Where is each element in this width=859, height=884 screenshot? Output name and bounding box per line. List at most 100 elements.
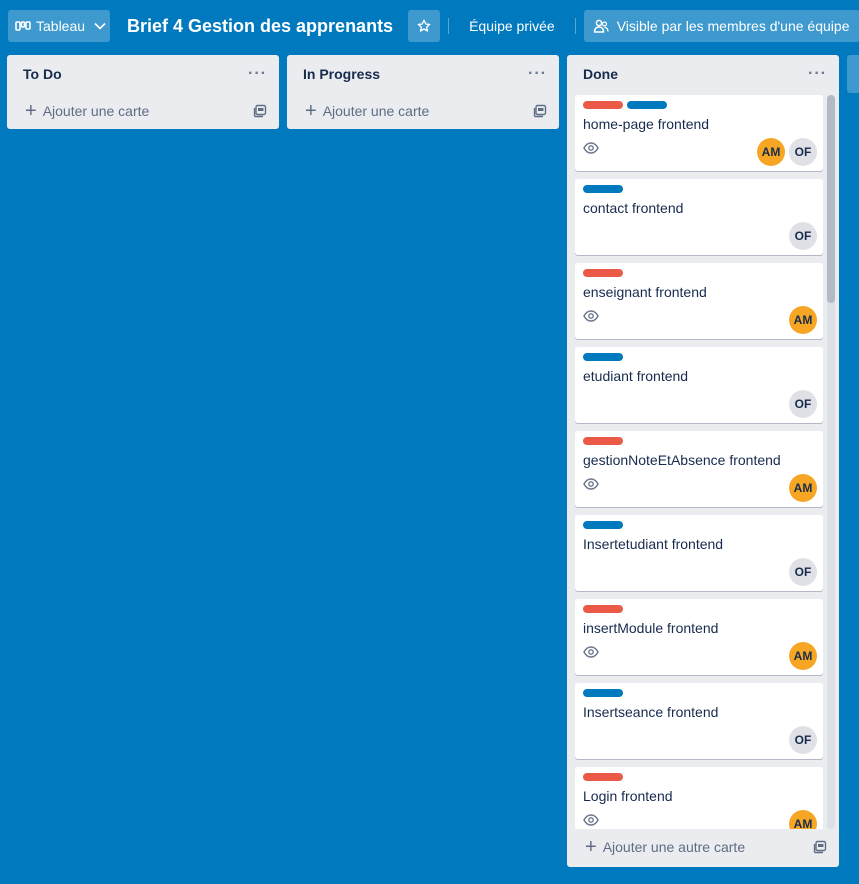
avatar[interactable]: OF	[789, 390, 817, 418]
card-members: OF	[789, 390, 817, 418]
view-switcher-button[interactable]: Tableau	[8, 10, 110, 42]
card-title: gestionNoteEtAbsence frontend	[583, 452, 781, 468]
add-card-button[interactable]: + Ajouter une carte	[287, 93, 559, 129]
card[interactable]: home-page frontend AM OF	[575, 95, 823, 171]
card-members: AM	[789, 642, 817, 670]
card-title: home-page frontend	[583, 116, 710, 132]
card[interactable]: Insertetudiant frontend OF	[575, 515, 823, 591]
star-button[interactable]	[408, 10, 441, 42]
card-title: enseignant frontend	[583, 284, 707, 300]
list-menu-button[interactable]: ···	[248, 66, 267, 82]
avatar[interactable]: OF	[789, 138, 817, 166]
card-title: insertModule frontend	[583, 620, 719, 636]
avatar[interactable]: OF	[789, 726, 817, 754]
card-list: home-page frontend AM OF contact frontend OF…	[567, 93, 839, 829]
add-card-label: Ajouter une carte	[322, 103, 430, 119]
card[interactable]: contact frontend OF	[575, 179, 823, 255]
card-template-icon[interactable]	[813, 840, 827, 854]
list-header: Done ···	[567, 55, 839, 93]
add-card-button[interactable]: + Ajouter une carte	[7, 93, 279, 129]
card-label-red[interactable]	[583, 437, 623, 445]
card[interactable]: etudiant frontend OF	[575, 347, 823, 423]
card-members: AM	[789, 810, 817, 829]
list-header: In Progress ···	[287, 55, 559, 93]
card-title: Login frontend	[583, 788, 673, 804]
card-labels	[583, 605, 623, 613]
card-labels	[583, 437, 623, 445]
divider	[448, 18, 450, 34]
list-in-progress: In Progress ··· + Ajouter une carte	[287, 55, 559, 129]
card[interactable]: Login frontend AM	[575, 767, 823, 829]
team-visibility-button[interactable]: Équipe privée	[457, 10, 567, 42]
avatar[interactable]: AM	[789, 642, 817, 670]
avatar[interactable]: OF	[789, 222, 817, 250]
card-label-red[interactable]	[583, 773, 623, 781]
list-title[interactable]: To Do	[23, 66, 62, 82]
card-members: AM	[789, 306, 817, 334]
card-members: AM	[789, 474, 817, 502]
card[interactable]: insertModule frontend AM	[575, 599, 823, 675]
visibility-label: Visible par les membres d'une équipe	[616, 18, 850, 34]
avatar[interactable]: AM	[757, 138, 785, 166]
list-done: Done ··· home-page frontend AM OF contact f…	[567, 55, 839, 867]
eye-icon	[583, 646, 599, 658]
avatar[interactable]: AM	[789, 810, 817, 829]
eye-icon	[583, 814, 599, 826]
avatar[interactable]: AM	[789, 474, 817, 502]
card-label-blue[interactable]	[583, 521, 623, 529]
card-members: AM OF	[757, 138, 817, 166]
card-label-red[interactable]	[583, 101, 623, 109]
divider	[574, 18, 576, 34]
card-label-blue[interactable]	[583, 689, 623, 697]
card-title: contact frontend	[583, 200, 684, 216]
plus-icon: +	[305, 100, 317, 122]
card-label-blue[interactable]	[583, 353, 623, 361]
avatar[interactable]: AM	[789, 306, 817, 334]
plus-icon: +	[585, 836, 597, 858]
card-label-blue[interactable]	[627, 101, 667, 109]
card-labels	[583, 773, 623, 781]
card-labels	[583, 353, 623, 361]
board-header: Tableau Brief 4 Gestion des apprenants É…	[0, 0, 859, 52]
eye-icon	[583, 310, 599, 322]
card[interactable]: enseignant frontend AM	[575, 263, 823, 339]
eye-icon	[583, 478, 599, 490]
list-header: To Do ···	[7, 55, 279, 93]
card-members: OF	[789, 558, 817, 586]
avatar[interactable]: OF	[789, 558, 817, 586]
card-template-icon[interactable]	[253, 104, 267, 118]
card-labels	[583, 269, 623, 277]
list-title[interactable]: Done	[583, 66, 618, 82]
list-menu-button[interactable]: ···	[808, 66, 827, 82]
card-labels	[583, 521, 623, 529]
card-title: Insertetudiant frontend	[583, 536, 724, 552]
card-template-icon[interactable]	[533, 104, 547, 118]
card-labels	[583, 689, 623, 697]
card-label-red[interactable]	[583, 269, 623, 277]
star-icon	[417, 19, 431, 32]
card[interactable]: gestionNoteEtAbsence frontend AM	[575, 431, 823, 507]
board-title[interactable]: Brief 4 Gestion des apprenants	[127, 16, 393, 37]
card-members: OF	[789, 726, 817, 754]
add-list-button[interactable]	[847, 55, 859, 93]
card-label-red[interactable]	[583, 605, 623, 613]
card-labels	[583, 185, 623, 193]
card-title: etudiant frontend	[583, 368, 689, 384]
board-icon	[15, 21, 31, 31]
card-members: OF	[789, 222, 817, 250]
list-title[interactable]: In Progress	[303, 66, 380, 82]
list-menu-button[interactable]: ···	[528, 66, 547, 82]
team-icon	[593, 19, 609, 33]
scrollbar[interactable]	[827, 95, 835, 829]
list-to-do: To Do ··· + Ajouter une carte	[7, 55, 279, 129]
add-card-label: Ajouter une carte	[42, 103, 150, 119]
visibility-button[interactable]: Visible par les membres d'une équipe	[583, 10, 859, 42]
view-label: Tableau	[36, 18, 86, 34]
scrollbar-thumb[interactable]	[827, 95, 835, 303]
card-label-blue[interactable]	[583, 185, 623, 193]
chevron-down-icon	[94, 22, 106, 30]
card-labels	[583, 101, 667, 109]
add-card-label: Ajouter une autre carte	[602, 839, 746, 855]
card[interactable]: Insertseance frontend OF	[575, 683, 823, 759]
add-another-card-button[interactable]: + Ajouter une autre carte	[567, 829, 839, 865]
